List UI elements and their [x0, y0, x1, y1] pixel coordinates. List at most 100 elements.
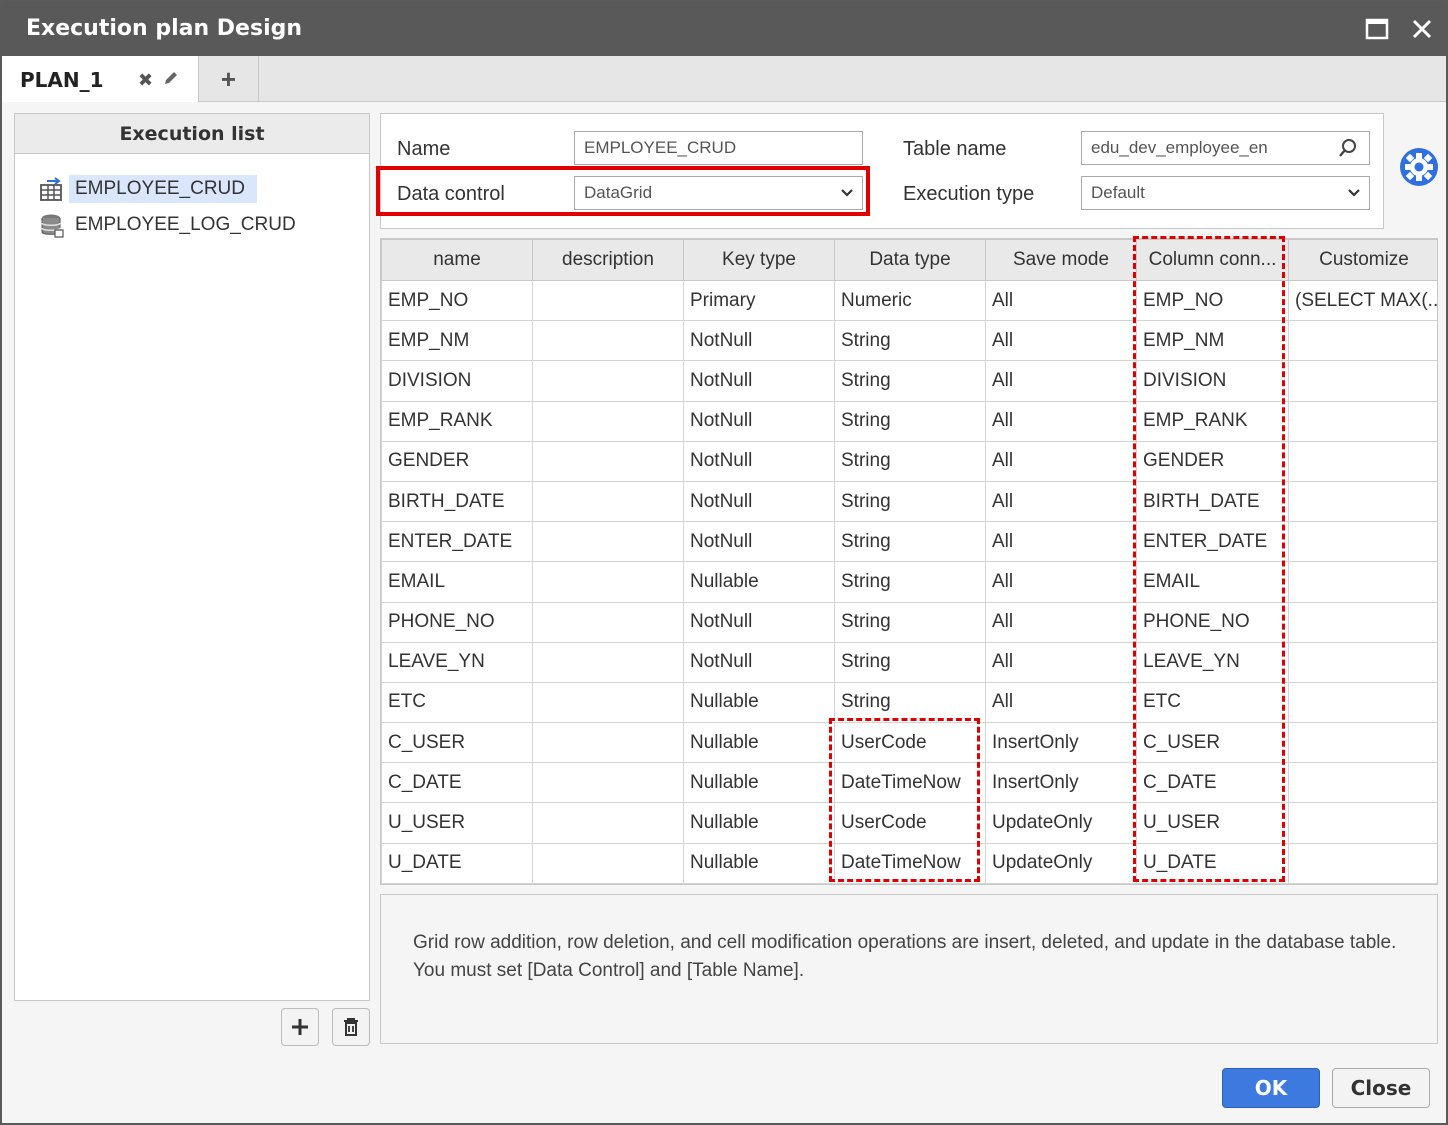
table-cell[interactable]	[532, 360, 684, 402]
table-cell[interactable]	[1288, 641, 1437, 683]
table-cell[interactable]: DateTimeNow	[834, 842, 986, 884]
table-cell[interactable]: All	[985, 279, 1137, 322]
table-row[interactable]: C_DATE Nullable DateTimeNow InsertOnly C_DAT…	[381, 762, 1437, 804]
table-cell[interactable]	[532, 480, 684, 523]
table-cell[interactable]: NotNull	[683, 360, 835, 402]
table-cell[interactable]: Primary	[683, 279, 835, 322]
table-cell[interactable]	[1288, 842, 1437, 884]
table-cell[interactable]: U_DATE	[1136, 842, 1289, 884]
table-cell[interactable]	[532, 802, 684, 844]
column-header[interactable]: Customize	[1288, 239, 1437, 281]
table-row[interactable]: BIRTH_DATE NotNull String All BIRTH_DATE	[381, 480, 1437, 523]
table-cell[interactable]: NotNull	[683, 320, 835, 362]
table-cell[interactable]: InsertOnly	[985, 762, 1137, 804]
table-cell[interactable]: Nullable	[683, 722, 835, 764]
table-cell[interactable]: C_DATE	[1136, 762, 1289, 804]
table-cell[interactable]: ENTER_DATE	[1136, 521, 1289, 563]
column-header[interactable]: Save mode	[985, 239, 1137, 281]
table-row[interactable]: DIVISION NotNull String All DIVISION	[381, 360, 1437, 402]
table-cell[interactable]	[1288, 681, 1437, 724]
table-cell[interactable]: String	[834, 521, 986, 563]
table-cell[interactable]: NotNull	[683, 480, 835, 523]
column-header[interactable]: description	[532, 239, 684, 281]
table-cell[interactable]	[532, 641, 684, 683]
table-cell[interactable]: EMP_RANK	[381, 400, 533, 442]
table-cell[interactable]: EMP_NO	[381, 279, 533, 322]
maximize-icon[interactable]	[1362, 14, 1392, 44]
table-cell[interactable]: PHONE_NO	[1136, 601, 1289, 643]
table-cell[interactable]: ETC	[1136, 681, 1289, 724]
table-cell[interactable]	[1288, 320, 1437, 362]
add-execution-button[interactable]	[281, 1008, 319, 1046]
table-cell[interactable]	[1288, 762, 1437, 804]
table-cell[interactable]: All	[985, 561, 1137, 603]
table-row[interactable]: ETC Nullable String All ETC	[381, 681, 1437, 724]
table-cell[interactable]: All	[985, 521, 1137, 563]
table-cell[interactable]: NotNull	[683, 400, 835, 442]
table-row[interactable]: EMP_NM NotNull String All EMP_NM	[381, 320, 1437, 362]
table-cell[interactable]: String	[834, 480, 986, 523]
close-icon[interactable]: ✖	[138, 70, 153, 91]
table-cell[interactable]: Nullable	[683, 762, 835, 804]
table-cell[interactable]	[1288, 360, 1437, 402]
table-cell[interactable]	[1288, 400, 1437, 442]
table-row[interactable]: U_DATE Nullable DateTimeNow UpdateOnly U_DAT…	[381, 842, 1437, 884]
table-cell[interactable]	[532, 320, 684, 362]
table-cell[interactable]: PHONE_NO	[381, 601, 533, 643]
delete-execution-button[interactable]	[332, 1008, 370, 1046]
table-cell[interactable]	[1288, 480, 1437, 523]
table-cell[interactable]: DIVISION	[1136, 360, 1289, 402]
table-cell[interactable]: EMP_NO	[1136, 279, 1289, 322]
table-cell[interactable]: U_DATE	[381, 842, 533, 884]
table-cell[interactable]: All	[985, 681, 1137, 724]
table-cell[interactable]	[532, 842, 684, 884]
table-cell[interactable]	[532, 400, 684, 442]
table-cell[interactable]: Nullable	[683, 802, 835, 844]
column-header[interactable]: Data type	[834, 239, 986, 281]
table-row[interactable]: C_USER Nullable UserCode InsertOnly C_USER	[381, 722, 1437, 764]
table-name-field[interactable]: edu_dev_employee_en	[1081, 131, 1370, 165]
table-cell[interactable]: NotNull	[683, 440, 835, 482]
table-cell[interactable]: U_USER	[381, 802, 533, 844]
table-cell[interactable]: String	[834, 601, 986, 643]
table-cell[interactable]	[1288, 440, 1437, 482]
table-cell[interactable]	[1288, 722, 1437, 764]
ok-button[interactable]: OK	[1222, 1068, 1320, 1108]
table-cell[interactable]: String	[834, 440, 986, 482]
table-cell[interactable]: String	[834, 400, 986, 442]
table-cell[interactable]: String	[834, 681, 986, 724]
table-cell[interactable]: String	[834, 641, 986, 683]
table-row[interactable]: U_USER Nullable UserCode UpdateOnly U_USER	[381, 802, 1437, 844]
table-cell[interactable]: EMP_NM	[381, 320, 533, 362]
table-cell[interactable]: (SELECT MAX(...	[1288, 279, 1437, 322]
table-row[interactable]: EMP_RANK NotNull String All EMP_RANK	[381, 400, 1437, 442]
column-header[interactable]: name	[381, 239, 533, 281]
table-cell[interactable]: String	[834, 320, 986, 362]
table-row[interactable]: EMAIL Nullable String All EMAIL	[381, 561, 1437, 603]
table-cell[interactable]: UpdateOnly	[985, 802, 1137, 844]
search-icon[interactable]	[1337, 137, 1359, 170]
table-cell[interactable]: UserCode	[834, 802, 986, 844]
pencil-icon[interactable]	[162, 69, 180, 92]
table-row[interactable]: ENTER_DATE NotNull String All ENTER_DATE	[381, 521, 1437, 563]
table-cell[interactable]: EMP_RANK	[1136, 400, 1289, 442]
table-cell[interactable]: DIVISION	[381, 360, 533, 402]
column-header[interactable]: Key type	[683, 239, 835, 281]
table-cell[interactable]	[532, 521, 684, 563]
table-cell[interactable]: DateTimeNow	[834, 762, 986, 804]
table-cell[interactable]: C_DATE	[381, 762, 533, 804]
table-cell[interactable]: InsertOnly	[985, 722, 1137, 764]
table-cell[interactable]: Numeric	[834, 279, 986, 322]
execution-type-select[interactable]: Default	[1081, 176, 1370, 210]
table-cell[interactable]: EMP_NM	[1136, 320, 1289, 362]
table-cell[interactable]: C_USER	[1136, 722, 1289, 764]
table-cell[interactable]: UserCode	[834, 722, 986, 764]
table-cell[interactable]	[532, 279, 684, 322]
table-cell[interactable]	[1288, 521, 1437, 563]
table-cell[interactable]	[532, 561, 684, 603]
table-cell[interactable]: All	[985, 400, 1137, 442]
close-button[interactable]: Close	[1332, 1068, 1430, 1108]
table-cell[interactable]	[532, 722, 684, 764]
table-cell[interactable]: BIRTH_DATE	[1136, 480, 1289, 523]
execution-item[interactable]: EMPLOYEE_LOG_CRUD	[39, 208, 308, 242]
